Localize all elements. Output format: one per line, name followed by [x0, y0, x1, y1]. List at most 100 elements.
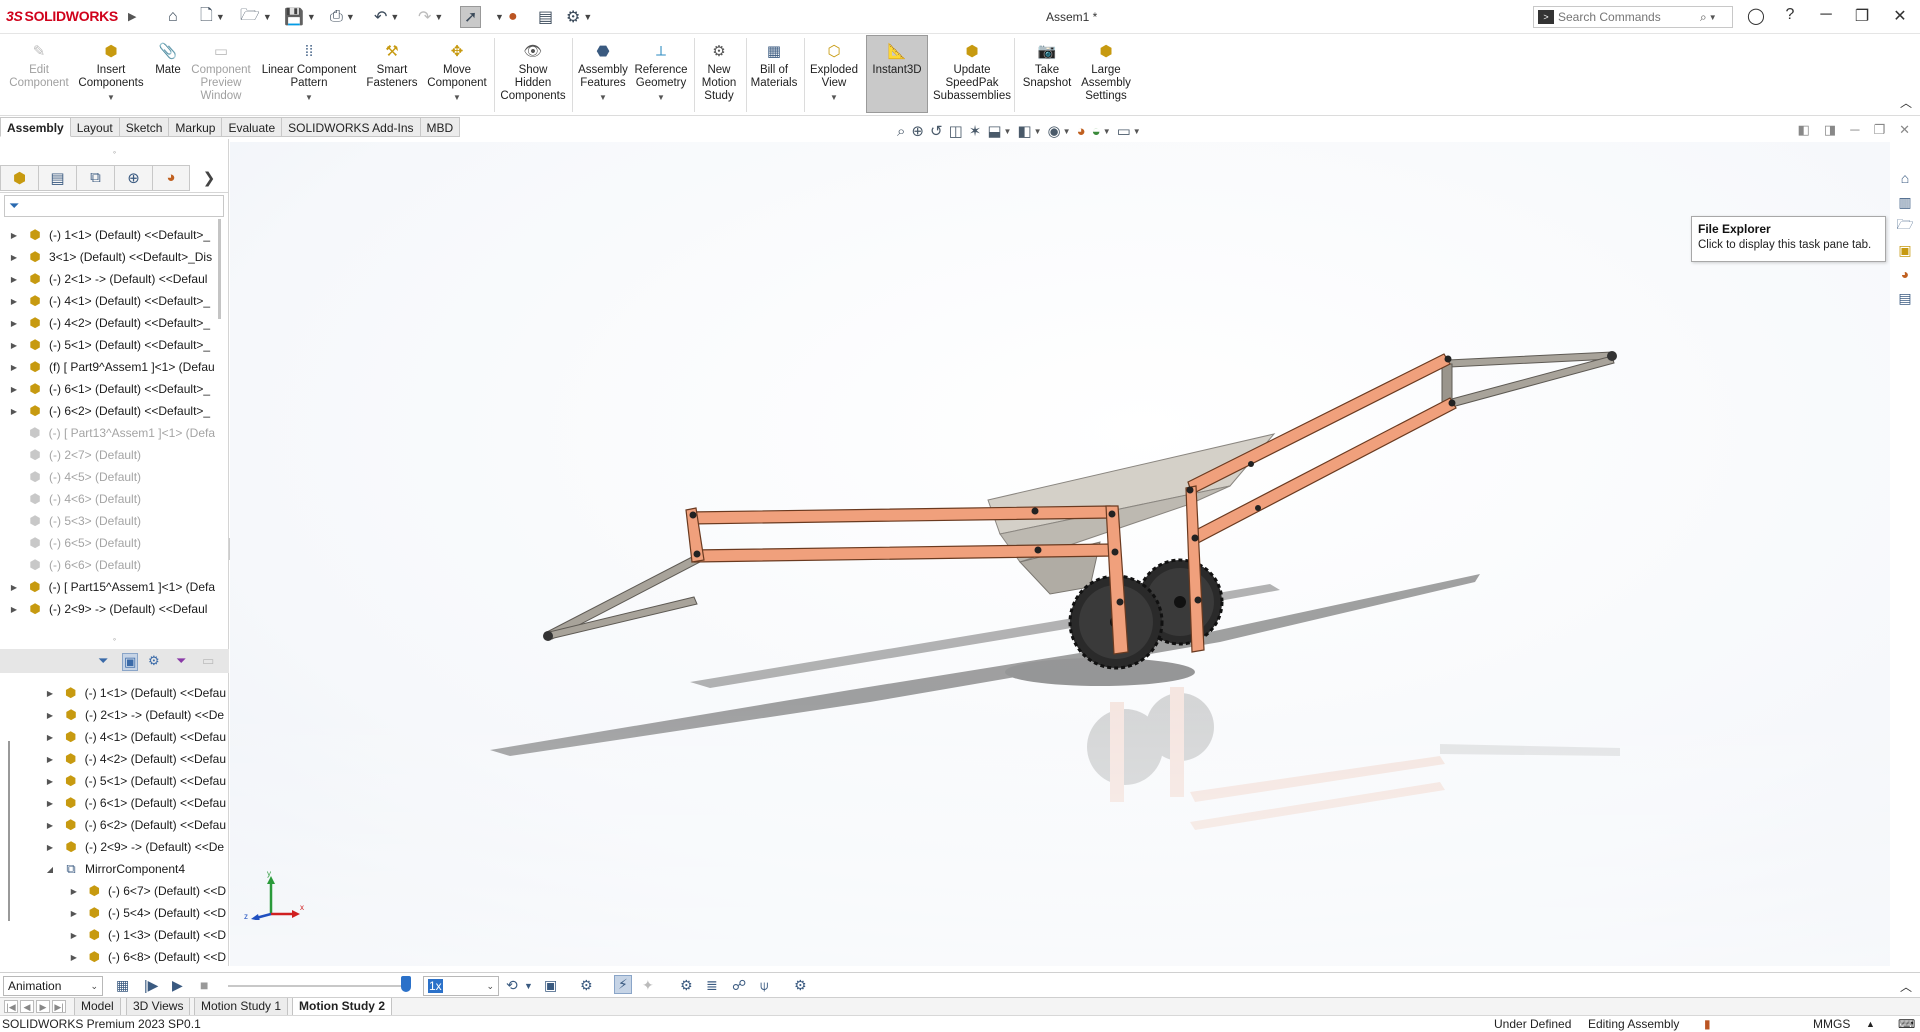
expand-arrow-icon[interactable]: ▶	[8, 275, 20, 284]
graphics-area[interactable]	[230, 142, 1890, 966]
chevron-down-icon[interactable]: ▼	[307, 12, 316, 22]
chevron-down-icon[interactable]: ▼	[390, 12, 399, 22]
viewport-split-left-icon[interactable]: ◧	[1798, 122, 1810, 138]
motor-icon[interactable]: ⚙	[680, 977, 693, 994]
tree-item[interactable]: ▶ ⬢ (-) 1<1> (Default) <<Default>_	[0, 226, 215, 244]
search-commands-box[interactable]: > ⌕ ▼	[1533, 6, 1733, 28]
chevron-up-icon[interactable]: ▲	[1866, 1019, 1875, 1029]
redo-icon[interactable]: ↷ ▼	[418, 6, 443, 28]
linear-component-pattern-button[interactable]: ⁞⁞ Linear Component Pattern ▼	[258, 38, 360, 104]
motion-tree-item[interactable]: ▶ ⬢ (-) 2<9> -> (Default) <<De	[44, 838, 226, 856]
chevron-down-icon[interactable]: ▼	[1034, 127, 1042, 136]
tab-evaluate[interactable]: Evaluate	[222, 117, 283, 137]
tree-item[interactable]: ▶ ⬢ (-) 2<1> -> (Default) <<Defaul	[0, 270, 215, 288]
show-hidden-components-button[interactable]: 👁 Show Hidden Components	[498, 38, 568, 103]
search-input[interactable]	[1558, 10, 1698, 24]
gravity-icon[interactable]: ⍦	[760, 977, 768, 994]
dynamic-annotation-icon[interactable]: ✶	[969, 122, 982, 140]
expand-arrow-icon[interactable]: ▶	[8, 385, 20, 394]
tab-3d-views[interactable]: 3D Views	[126, 998, 191, 1016]
expand-arrow-icon[interactable]: ▶	[44, 689, 56, 698]
edit-appearance-icon[interactable]: ◕	[1077, 123, 1086, 140]
take-snapshot-button[interactable]: 📷 Take Snapshot	[1018, 38, 1076, 90]
expand-arrow-icon[interactable]: ▶	[68, 887, 80, 896]
custom-properties-icon[interactable]: ▤	[1896, 289, 1914, 307]
motion-tree-item[interactable]: ▶ ⬢ (-) 4<1> (Default) <<Defau	[44, 728, 226, 746]
smart-fasteners-button[interactable]: ⚒ Smart Fasteners	[362, 38, 422, 90]
chevron-down-icon[interactable]: ▼	[576, 91, 630, 104]
expand-arrow-icon[interactable]: ▶	[8, 407, 20, 416]
motion-tree-item[interactable]: ▶ ⬢ (-) 6<7> (Default) <<D	[68, 882, 226, 900]
dimxpert-manager-tab-icon[interactable]: ⊕	[114, 164, 152, 191]
move-component-button[interactable]: ✥ Move Component ▼	[424, 38, 490, 104]
expand-arrow-icon[interactable]: ▶	[44, 777, 56, 786]
zoom-to-area-icon[interactable]: ⊕	[911, 122, 924, 140]
viewport-minimize-icon[interactable]: ─	[1850, 122, 1859, 138]
chevron-down-icon[interactable]: ▼	[434, 12, 443, 22]
tab-assembly[interactable]: Assembly	[0, 117, 71, 137]
chevron-down-icon[interactable]: ▼	[1103, 127, 1111, 136]
expand-arrow-icon[interactable]: ▶	[44, 711, 56, 720]
tree-item[interactable]: ▶ ⬢ 3<1> (Default) <<Default>_Dis	[0, 248, 215, 266]
tree-item[interactable]: ⬢ (-) 6<5> (Default)	[0, 534, 215, 552]
expand-arrow-icon[interactable]: ▶	[68, 909, 80, 918]
rebuild-status-icon[interactable]: ▮	[1704, 1017, 1711, 1031]
rebuild-icon[interactable]: ●	[508, 6, 518, 28]
expand-arrow-icon[interactable]: ▶	[44, 843, 56, 852]
expand-arrow-icon[interactable]: ◢	[44, 865, 56, 874]
tab-solidworks-add-ins[interactable]: SOLIDWORKS Add-Ins	[282, 117, 421, 137]
tree-item[interactable]: ▶ ⬢ (-) 6<1> (Default) <<Default>_	[0, 380, 215, 398]
autokey-icon[interactable]: ⚡	[614, 975, 632, 994]
home-icon[interactable]: ⌂	[168, 6, 178, 28]
feature-manager-tab-icon[interactable]: ⬢	[0, 164, 38, 191]
chevron-down-icon[interactable]: ▼	[263, 12, 272, 22]
menu-expand-icon[interactable]: ▶	[128, 10, 136, 23]
assembly-features-button[interactable]: ⬣ Assembly Features ▼	[576, 38, 630, 104]
tab-motion-study-1[interactable]: Motion Study 1	[194, 998, 289, 1016]
tree-filter[interactable]: ⏷	[4, 195, 224, 217]
stop-icon[interactable]: ■	[200, 977, 208, 993]
filter-results-icon[interactable]: ▭	[202, 653, 214, 669]
search-icon[interactable]: ⌕	[1700, 10, 1707, 25]
reference-geometry-button[interactable]: ⟂ Reference Geometry ▼	[632, 38, 690, 104]
first-tab-icon[interactable]: |◀	[4, 1000, 18, 1013]
motion-tree-item[interactable]: ▶ ⬢ (-) 1<3> (Default) <<D	[68, 926, 226, 944]
save-animation-icon[interactable]: ▣	[544, 977, 557, 994]
select-dropdown[interactable]: ▼	[492, 6, 504, 28]
help-icon[interactable]: ?	[1778, 6, 1802, 24]
chevron-down-icon[interactable]: ▼	[524, 981, 533, 991]
solidworks-resources-icon[interactable]: ⌂	[1896, 169, 1914, 187]
assembly-model-view[interactable]	[230, 142, 1890, 966]
chevron-down-icon[interactable]: ▼	[1063, 127, 1071, 136]
save-icon[interactable]: 💾 ▼	[284, 6, 316, 28]
zoom-to-fit-icon[interactable]: ⌕	[897, 123, 905, 140]
new-document-icon[interactable]: 🗋 ▼	[200, 6, 225, 28]
calculate-icon[interactable]: ▦	[116, 977, 129, 994]
restore-icon[interactable]: ❐	[1850, 6, 1874, 26]
tree-item[interactable]: ▶ ⬢ (f) [ Part9^Assem1 ]<1> (Defau	[0, 358, 215, 376]
play-from-start-icon[interactable]: |▶	[144, 977, 158, 994]
file-properties-icon[interactable]: ▤	[538, 6, 553, 28]
configuration-manager-tab-icon[interactable]: ⧉	[76, 164, 114, 191]
tree-item[interactable]: ⬢ (-) 6<6> (Default)	[0, 556, 215, 574]
design-library-icon[interactable]: ▥	[1896, 193, 1914, 211]
large-assembly-settings-button[interactable]: ⬢ Large Assembly Settings	[1078, 38, 1134, 103]
tree-item[interactable]: ▶ ⬢ (-) 4<2> (Default) <<Default>_	[0, 314, 215, 332]
playback-slider-thumb[interactable]	[401, 976, 411, 992]
tab-mbd[interactable]: MBD	[420, 117, 461, 137]
tab-sketch[interactable]: Sketch	[119, 117, 170, 137]
tab-model[interactable]: Model	[74, 998, 121, 1016]
property-manager-tab-icon[interactable]: ▤	[38, 164, 76, 191]
instant3d-button[interactable]: 📐 Instant3D	[866, 35, 928, 113]
expand-arrow-icon[interactable]: ▶	[8, 583, 20, 592]
motion-tree-item[interactable]: ▶ ⬢ (-) 4<2> (Default) <<Defau	[44, 750, 226, 768]
chevron-down-icon[interactable]: ▼	[583, 12, 592, 22]
chevron-right-icon[interactable]: ❯	[190, 165, 228, 191]
filter-icon[interactable]: ⏷	[98, 653, 108, 669]
view-palette-icon[interactable]: ▣	[1896, 241, 1914, 259]
mate-button[interactable]: 📎 Mate	[150, 38, 186, 77]
expand-arrow-icon[interactable]: ▶	[68, 953, 80, 962]
chevron-down-icon[interactable]: ▼	[1004, 127, 1012, 136]
print-icon[interactable]: ⎙ ▼	[330, 6, 355, 28]
edit-component-button[interactable]: ✎ Edit Component	[4, 38, 74, 90]
